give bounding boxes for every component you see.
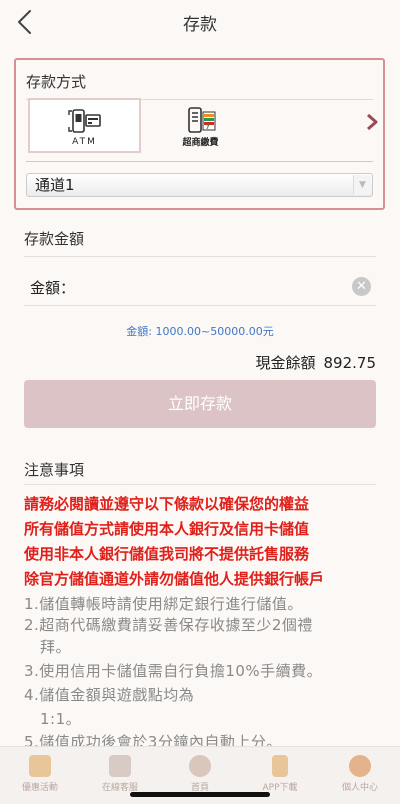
warning-line: 使用非本人銀行儲值我司將不提供託售服務 bbox=[24, 545, 310, 563]
user-icon bbox=[349, 755, 371, 777]
deposit-now-button[interactable]: 立即存款 bbox=[24, 380, 376, 428]
tab-home[interactable]: 首頁 bbox=[160, 755, 240, 793]
rule-line: 2.超商代碼繳費請妥善保存收據至少2個禮 bbox=[24, 616, 313, 634]
deposit-method-label: 存款方式 bbox=[26, 73, 87, 91]
tab-promotions[interactable]: 優惠活動 bbox=[0, 755, 80, 793]
home-indicator bbox=[130, 792, 270, 797]
download-icon bbox=[272, 755, 288, 777]
deposit-method-panel: 存款方式 ATM 7 超商繳費 通道1 ▼ bbox=[14, 58, 385, 210]
warning-line: 除官方儲值通道外請勿儲值他人提供銀行帳戶 bbox=[24, 570, 325, 588]
divider bbox=[26, 161, 373, 162]
channel-select[interactable]: 通道1 ▼ bbox=[26, 173, 373, 197]
atm-label: ATM bbox=[72, 137, 97, 147]
convenience-store-label: 超商繳費 bbox=[182, 138, 219, 148]
amount-field-label: 金額： bbox=[30, 279, 76, 297]
rule-line: 1:1。 bbox=[40, 710, 82, 728]
divider bbox=[24, 256, 376, 257]
warning-line: 請務必閱讀並遵守以下條款以確保您的權益 bbox=[24, 495, 310, 513]
rule-line: 4.儲值金額與遊戲點均為 bbox=[24, 686, 195, 704]
svg-text:7: 7 bbox=[205, 124, 209, 131]
cash-balance-label: 現金餘額 bbox=[255, 354, 316, 372]
atm-option[interactable]: ATM bbox=[28, 98, 141, 153]
divider bbox=[24, 484, 376, 485]
convenience-store-option[interactable]: 7 超商繳費 bbox=[144, 98, 257, 153]
channel-select-value: 通道1 bbox=[35, 176, 75, 194]
convenience-store-icon: 7 bbox=[144, 107, 257, 133]
amount-input[interactable] bbox=[86, 272, 336, 300]
rule-line: 1.儲值轉帳時請使用綁定銀行進行儲值。 bbox=[24, 595, 303, 613]
tab-label: 個人中心 bbox=[341, 783, 378, 793]
tab-label: 優惠活動 bbox=[21, 783, 58, 793]
rule-line: 3.使用信用卡儲值需自行負擔10%手續費。 bbox=[24, 662, 323, 680]
page-title: 存款 bbox=[183, 15, 217, 35]
cash-balance: 現金餘額 892.75 bbox=[255, 352, 376, 373]
notes-title: 注意事項 bbox=[24, 461, 85, 479]
promotion-icon bbox=[29, 755, 51, 777]
divider bbox=[24, 305, 376, 306]
tab-personal-center[interactable]: 個人中心 bbox=[320, 755, 400, 793]
header: 存款 bbox=[0, 0, 400, 44]
chevron-right-icon[interactable] bbox=[365, 112, 379, 132]
rule-line: 拜。 bbox=[40, 638, 72, 656]
atm-icon bbox=[30, 109, 139, 135]
warning-line: 所有儲值方式請使用本人銀行及信用卡儲值 bbox=[24, 520, 310, 538]
amount-section-label: 存款金額 bbox=[24, 230, 85, 248]
clear-icon[interactable]: ✕ bbox=[352, 277, 371, 296]
chat-icon bbox=[109, 755, 131, 777]
amount-range-hint: 金額: 1000.00~50000.00元 bbox=[126, 325, 274, 338]
tab-customer-service[interactable]: 在線客服 bbox=[80, 755, 160, 793]
cash-balance-value: 892.75 bbox=[323, 354, 377, 372]
tab-app-download[interactable]: APP下載 bbox=[240, 755, 320, 793]
chevron-down-icon: ▼ bbox=[353, 175, 371, 195]
home-icon bbox=[189, 755, 211, 777]
